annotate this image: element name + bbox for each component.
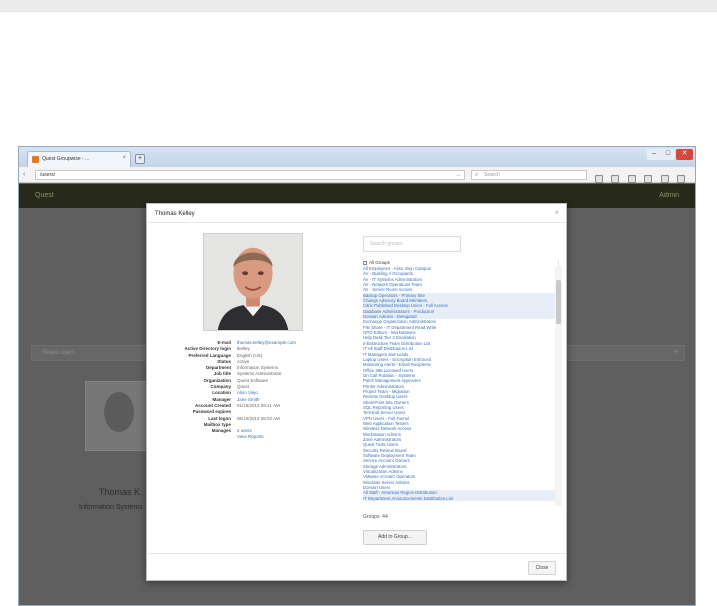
favicon-icon: [32, 156, 39, 163]
go-arrow-icon[interactable]: →: [455, 171, 461, 179]
home-icon[interactable]: [644, 175, 653, 183]
scrollbar-thumb[interactable]: [556, 280, 561, 324]
tab-close-icon[interactable]: ×: [122, 155, 126, 161]
star-icon[interactable]: [595, 175, 603, 183]
field-value-link[interactable]: View Reports: [237, 434, 264, 440]
group-count: Groups: 44: [363, 514, 388, 520]
address-input[interactable]: /users/ →: [35, 170, 465, 180]
user-card-name[interactable]: Thomas K.: [99, 487, 143, 497]
new-tab-button[interactable]: +: [135, 154, 145, 164]
magnifier-icon: ⌕: [475, 172, 479, 178]
toolbar-icons: [595, 170, 693, 183]
extension-icon[interactable]: [660, 175, 669, 183]
select-all-checkbox[interactable]: [363, 260, 367, 265]
minimize-button[interactable]: –: [647, 149, 661, 160]
address-toolbar: ‹ /users/ → ⌕ Search: [19, 167, 695, 183]
dialog-header-divider: [147, 222, 566, 223]
close-button[interactable]: Close: [528, 561, 556, 575]
group-list: All Groups All Employees - Aliso Viejo C…: [363, 260, 559, 506]
browser-titlebar: Quest Groupwise - ... × + – □ ✕: [19, 147, 695, 167]
group-search-placeholder: Search groups: [370, 241, 403, 247]
group-items: All Employees - Aliso Viejo Campus AV - B…: [363, 266, 558, 502]
user-details-dialog: Thomas Kelley × E-mail thomas.kelley@exam…: [146, 203, 567, 581]
chevron-down-icon: ▾: [674, 349, 678, 356]
user-photo: [203, 233, 303, 331]
close-icon[interactable]: ×: [554, 208, 559, 217]
user-card-photo[interactable]: [85, 381, 151, 451]
add-to-group-button[interactable]: Add to Group...: [363, 530, 427, 545]
dialog-title: Thomas Kelley: [155, 211, 195, 217]
browser-tab[interactable]: Quest Groupwise - ... ×: [27, 151, 131, 167]
address-text: /users/: [40, 172, 56, 178]
back-arrow-icon[interactable]: ‹: [23, 170, 32, 179]
user-fields: E-mail thomas.kelley@example.com Active Di…: [159, 340, 339, 441]
tab-title: Quest Groupwise - ...: [42, 156, 90, 162]
group-list-scrollbar[interactable]: [555, 266, 562, 506]
user-card-subtitle: Information Systems: [79, 504, 143, 511]
group-search-input[interactable]: Search groups: [363, 236, 461, 252]
maximize-button[interactable]: □: [661, 149, 675, 160]
menu-icon[interactable]: [677, 175, 686, 183]
window-close-button[interactable]: ✕: [676, 149, 693, 160]
browser-search-input[interactable]: ⌕ Search: [471, 170, 587, 180]
download-icon[interactable]: [627, 175, 636, 183]
avatar: [104, 392, 134, 432]
filter-placeholder: Select users: [42, 350, 76, 356]
app-brand[interactable]: Quest: [35, 192, 54, 199]
top-strip: [0, 0, 717, 12]
bookmarks-icon[interactable]: [611, 175, 620, 183]
browser-search-placeholder: Search: [484, 172, 500, 178]
dialog-footer-divider: [147, 553, 566, 554]
user-menu[interactable]: Admin: [659, 192, 679, 199]
field-row: View Reports: [159, 434, 339, 440]
group-list-header-label: All Groups: [369, 260, 391, 265]
group-list-item[interactable]: IT Department Announcements Distribution…: [363, 495, 558, 502]
portrait-image: [204, 234, 302, 330]
